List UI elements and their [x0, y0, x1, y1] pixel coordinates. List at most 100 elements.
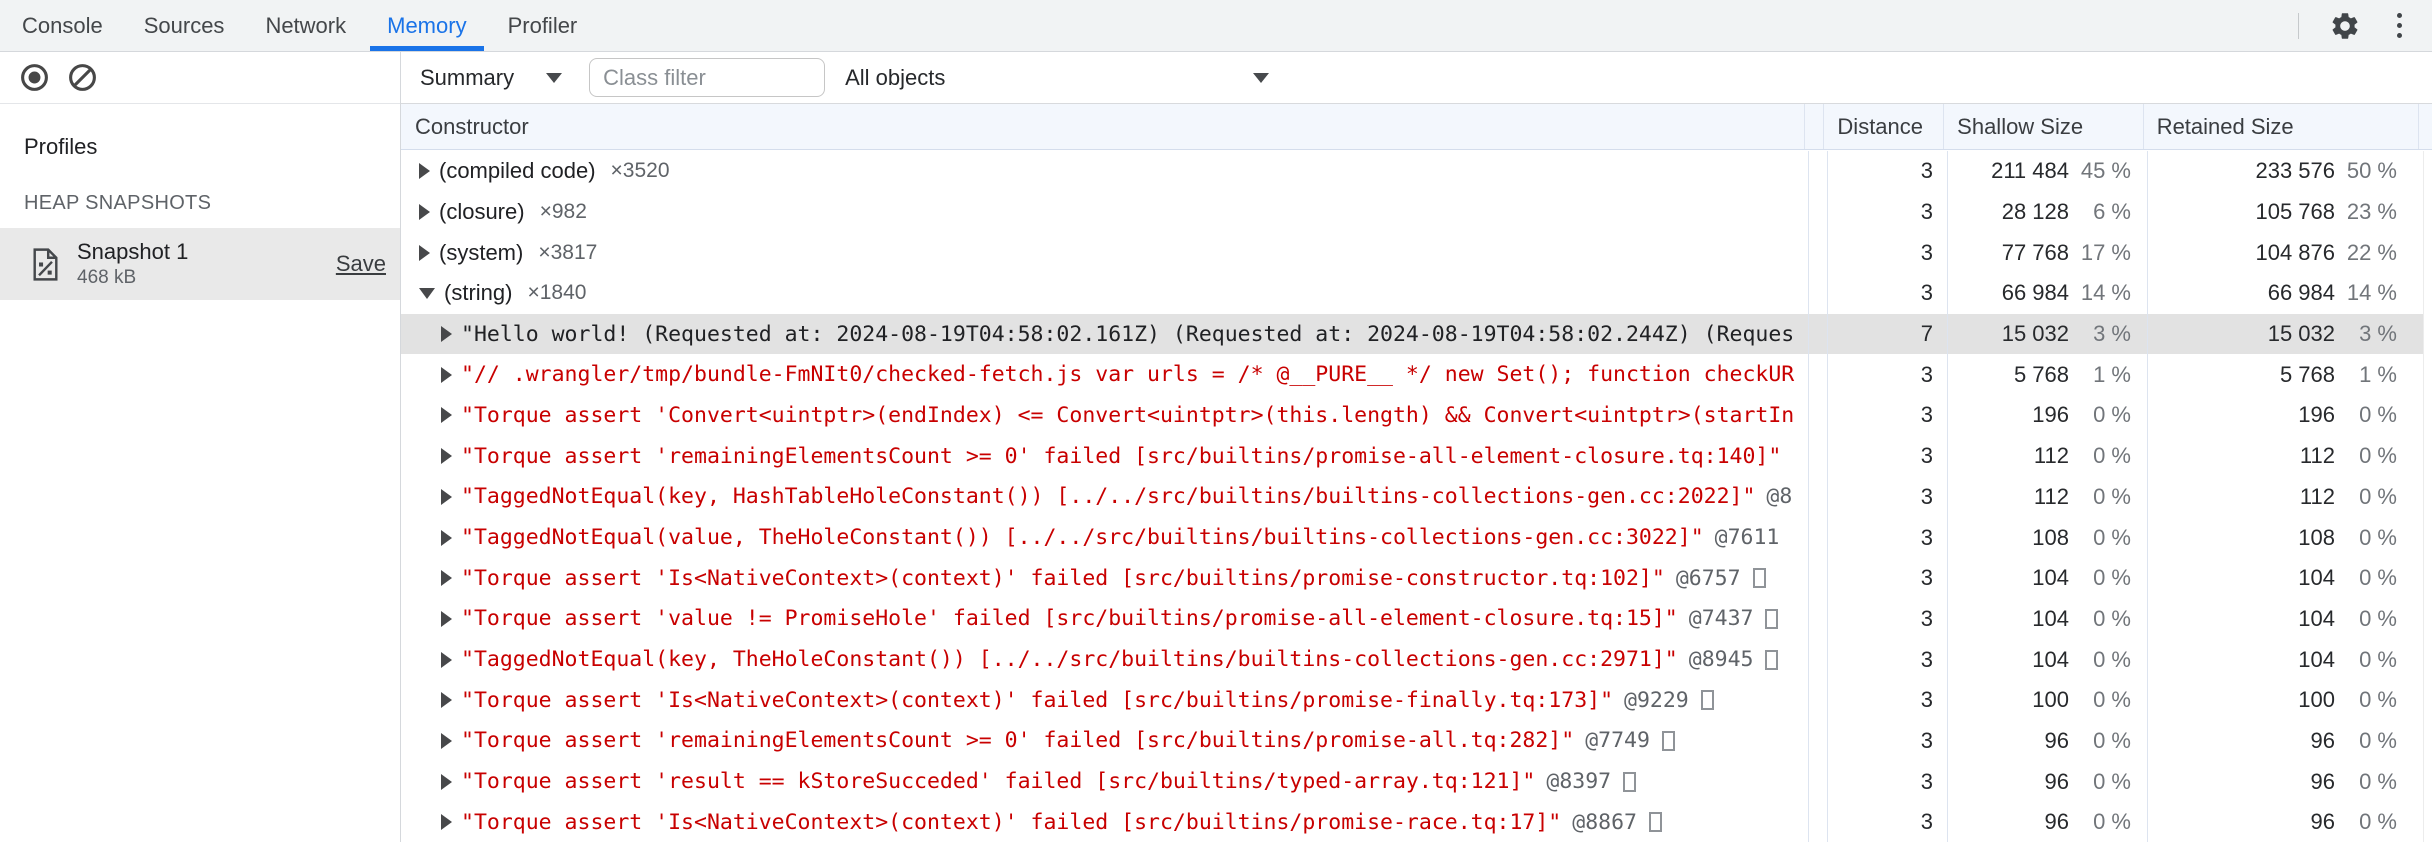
shallow-size-cell: 1040 % [1948, 558, 2148, 599]
scrollbar-gutter [2424, 314, 2432, 355]
column-header-distance[interactable]: Distance [1824, 104, 1944, 149]
instance-count: ×982 [540, 200, 587, 224]
spacer-cell [1809, 680, 1828, 721]
constructor-label: "Torque assert 'remainingElementsCount >… [461, 728, 1574, 753]
more-options-kebab-icon[interactable] [2391, 11, 2408, 40]
distance-cell: 3 [1828, 639, 1948, 680]
retained-size-cell: 1000 % [2148, 680, 2424, 721]
expand-arrow-icon[interactable] [441, 774, 452, 790]
record-heap-snapshot-icon[interactable] [19, 62, 50, 93]
perspective-select[interactable]: Summary [420, 65, 562, 91]
tab-memory[interactable]: Memory [368, 0, 485, 51]
grid-row[interactable]: (closure)×982328 1286 %105 76823 % [401, 192, 2432, 233]
column-header-constructor[interactable]: Constructor [401, 104, 1805, 149]
constructor-label: "// .wrangler/tmp/bundle-FmNIt0/checked-… [461, 362, 1794, 387]
grid-row[interactable]: "Torque assert 'value != PromiseHole' fa… [401, 599, 2432, 640]
expand-arrow-icon[interactable] [419, 204, 430, 220]
expand-arrow-icon[interactable] [441, 448, 452, 464]
constructor-label: (closure) [439, 199, 525, 225]
constructor-cell: "Torque assert 'Is<NativeContext>(contex… [401, 680, 1809, 721]
save-snapshot-link[interactable]: Save [336, 251, 386, 277]
expand-arrow-icon[interactable] [441, 367, 452, 383]
column-header-shallow-size[interactable]: Shallow Size [1944, 104, 2144, 149]
heap-snapshots-section-title: HEAP SNAPSHOTS [24, 192, 400, 215]
distance-cell: 3 [1828, 477, 1948, 518]
sidebar-item-snapshot-1[interactable]: Snapshot 1 468 kB Save [0, 228, 400, 300]
constructor-cell: (string)×1840 [401, 273, 1809, 314]
chevron-down-icon [546, 73, 562, 83]
grid-row[interactable]: "TaggedNotEqual(key, TheHoleConstant()) … [401, 639, 2432, 680]
collapse-arrow-icon[interactable] [419, 288, 435, 299]
expand-arrow-icon[interactable] [441, 407, 452, 423]
grid-row[interactable]: "Torque assert 'remainingElementsCount >… [401, 436, 2432, 477]
grid-row[interactable]: "Torque assert 'Is<NativeContext>(contex… [401, 558, 2432, 599]
grid-row[interactable]: (string)×1840366 98414 %66 98414 % [401, 273, 2432, 314]
constructor-label: "TaggedNotEqual(key, TheHoleConstant()) … [461, 647, 1678, 672]
retained-size-cell: 1120 % [2148, 477, 2424, 518]
tab-profiler[interactable]: Profiler [489, 0, 597, 51]
objects-filter-select[interactable]: All objects [845, 65, 1269, 91]
instance-count: ×3520 [611, 159, 670, 183]
object-id: @8397 [1546, 769, 1611, 794]
expand-arrow-icon[interactable] [441, 814, 452, 830]
expand-arrow-icon[interactable] [441, 570, 452, 586]
constructor-cell: "Hello world! (Requested at: 2024-08-19T… [401, 314, 1809, 355]
scrollbar-gutter [2424, 395, 2432, 436]
retained-size-cell: 1040 % [2148, 558, 2424, 599]
class-filter-input[interactable] [589, 58, 825, 97]
spacer-cell [1809, 761, 1828, 802]
scrollbar-gutter [2419, 104, 2432, 149]
clear-profiles-icon[interactable] [67, 62, 98, 93]
expand-arrow-icon[interactable] [441, 611, 452, 627]
shallow-size-cell: 1000 % [1948, 680, 2148, 721]
grid-row[interactable]: "TaggedNotEqual(value, TheHoleConstant()… [401, 517, 2432, 558]
grid-row[interactable]: (system)×3817377 76817 %104 87622 % [401, 232, 2432, 273]
grid-row[interactable]: (compiled code)×35203211 48445 %233 5765… [401, 151, 2432, 192]
tab-network[interactable]: Network [246, 0, 365, 51]
object-id: @9229 [1624, 688, 1689, 713]
distance-cell: 3 [1828, 761, 1948, 802]
column-header-retained-size[interactable]: Retained Size [2144, 104, 2419, 149]
expand-arrow-icon[interactable] [441, 489, 452, 505]
retained-size-cell: 104 87622 % [2148, 232, 2424, 273]
settings-gear-icon[interactable] [2329, 10, 2361, 42]
expand-arrow-icon[interactable] [441, 692, 452, 708]
tab-console[interactable]: Console [3, 0, 122, 51]
expand-arrow-icon[interactable] [441, 326, 452, 342]
grid-row[interactable]: "Torque assert 'Is<NativeContext>(contex… [401, 802, 2432, 842]
retained-size-cell: 1040 % [2148, 599, 2424, 640]
grid-row[interactable]: "Hello world! (Requested at: 2024-08-19T… [401, 314, 2432, 355]
expand-arrow-icon[interactable] [441, 733, 452, 749]
shallow-size-cell: 211 48445 % [1948, 151, 2148, 192]
grid-row[interactable]: "Torque assert 'Is<NativeContext>(contex… [401, 680, 2432, 721]
expand-arrow-icon[interactable] [441, 530, 452, 546]
constructor-cell: (system)×3817 [401, 232, 1809, 273]
grid-row[interactable]: "Torque assert 'remainingElementsCount >… [401, 721, 2432, 762]
grid-row[interactable]: "// .wrangler/tmp/bundle-FmNIt0/checked-… [401, 354, 2432, 395]
scrollbar-gutter [2424, 558, 2432, 599]
grid-row[interactable]: "Torque assert 'result == kStoreSucceded… [401, 761, 2432, 802]
spacer-cell [1809, 436, 1828, 477]
shallow-size-cell: 5 7681 % [1948, 354, 2148, 395]
expand-arrow-icon[interactable] [419, 245, 430, 261]
shallow-size-cell: 1080 % [1948, 517, 2148, 558]
retained-size-cell: 66 98414 % [2148, 273, 2424, 314]
scrollbar-gutter [2424, 517, 2432, 558]
constructor-cell: "Torque assert 'value != PromiseHole' fa… [401, 599, 1809, 640]
object-id: @7437 [1689, 606, 1754, 631]
heap-snapshot-view: Summary All objects Constructor Distance… [401, 52, 2432, 842]
retained-size-cell: 960 % [2148, 761, 2424, 802]
retained-size-cell: 960 % [2148, 721, 2424, 762]
grid-row[interactable]: "Torque assert 'Convert<uintptr>(endInde… [401, 395, 2432, 436]
constructor-cell: (compiled code)×3520 [401, 151, 1809, 192]
shallow-size-cell: 66 98414 % [1948, 273, 2148, 314]
spacer-cell [1809, 517, 1828, 558]
grid-row[interactable]: "TaggedNotEqual(key, HashTableHoleConsta… [401, 477, 2432, 518]
constructor-cell: "Torque assert 'Convert<uintptr>(endInde… [401, 395, 1809, 436]
spacer-cell [1809, 151, 1828, 192]
expand-arrow-icon[interactable] [441, 652, 452, 668]
constructor-label: "Torque assert 'remainingElementsCount >… [461, 444, 1781, 469]
tab-sources[interactable]: Sources [125, 0, 244, 51]
expand-arrow-icon[interactable] [419, 163, 430, 179]
shallow-size-cell: 1120 % [1948, 477, 2148, 518]
